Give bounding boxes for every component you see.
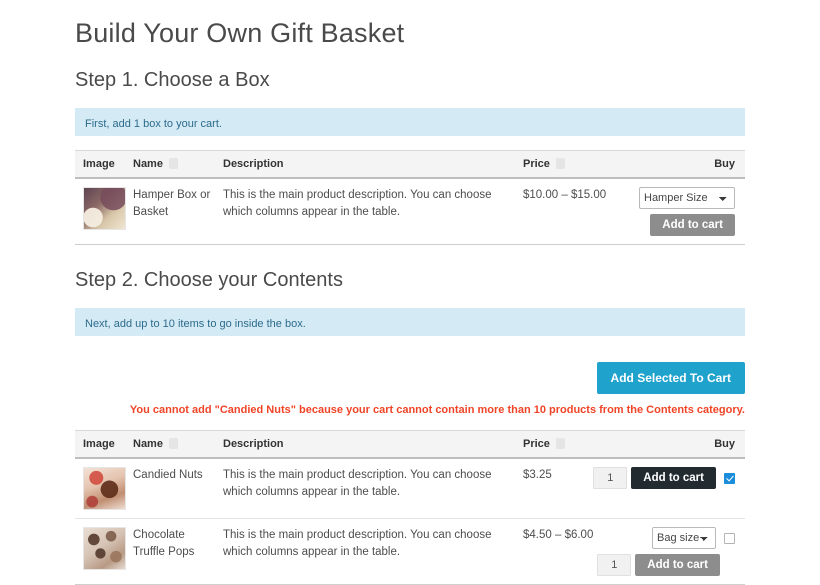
hamper-size-select[interactable]: Hamper Size [639,187,735,210]
table-row: Hamper Box or Basket This is the main pr… [75,178,745,246]
contents-table-body: Candied Nuts This is the main product de… [75,458,745,585]
add-selected-to-cart-button[interactable]: Add Selected To Cart [596,362,745,395]
hamper-box-thumbnail[interactable] [83,187,126,231]
column-header-price-label: Price [523,438,550,451]
buy-controls: Hamper Size Add to cart [639,187,735,237]
add-to-cart-row: Add to cart [639,214,735,237]
sort-icon[interactable] [168,158,178,170]
sort-icon[interactable] [555,438,565,450]
product-name-cell: Candied Nuts [133,458,223,520]
column-header-price[interactable]: Price [523,150,623,180]
contents-product-table: Image Name Description Price Buy Candied… [75,430,745,585]
column-header-name-label: Name [133,158,163,171]
quantity-input[interactable] [593,467,628,490]
product-image-cell [75,178,133,246]
column-header-image: Image [75,150,133,180]
table-row: Chocolate Truffle Pops This is the main … [75,518,745,585]
add-to-cart-button[interactable]: Add to cart [650,214,735,237]
variation-row: Bag size [623,527,735,550]
step-2-notice: Next, add up to 10 items to go inside th… [75,308,745,337]
product-buy-cell: Bag size Add to cart [597,518,745,585]
buy-controls: Add to cart [593,467,735,490]
column-header-description: Description [223,150,523,180]
add-selected-wrapper: Add Selected To Cart [75,362,745,395]
step-1-table-wrapper: Image Name Description Price Buy Hamper … [75,150,745,246]
variation-row: Hamper Size [639,187,735,210]
product-image-cell [75,458,133,520]
gift-basket-page: Build Your Own Gift Basket Step 1. Choos… [0,0,820,585]
bag-size-select[interactable]: Bag size [652,527,716,550]
add-to-cart-button[interactable]: Add to cart [635,554,720,577]
candied-nuts-thumbnail[interactable] [83,467,126,511]
product-price-cell: $10.00 – $15.00 [523,178,623,246]
add-to-cart-row: Add to cart [597,554,735,577]
column-header-name[interactable]: Name [133,430,223,460]
column-header-price-label: Price [523,158,550,171]
product-description-cell: This is the main product description. Yo… [223,178,523,246]
boxes-table-body: Hamper Box or Basket This is the main pr… [75,178,745,246]
product-description-cell: This is the main product description. Yo… [223,518,523,585]
column-header-buy: Buy [623,430,745,460]
step-2-table-wrapper: Image Name Description Price Buy Candied… [75,430,745,585]
step-2-heading: Step 2. Choose your Contents [75,269,343,292]
column-header-description: Description [223,430,523,460]
select-product-checkbox[interactable] [724,472,735,484]
boxes-header-row: Image Name Description Price Buy [75,150,745,180]
column-header-price[interactable]: Price [523,430,623,460]
product-name-cell: Chocolate Truffle Pops [133,518,223,585]
page-title: Build Your Own Gift Basket [75,18,405,48]
chocolate-truffle-pops-thumbnail[interactable] [83,527,126,571]
column-header-name-label: Name [133,438,163,451]
add-to-cart-button[interactable]: Add to cart [631,467,716,490]
step-1-heading: Step 1. Choose a Box [75,69,270,92]
sort-icon[interactable] [168,438,178,450]
contents-header-row: Image Name Description Price Buy [75,430,745,460]
product-buy-cell: Hamper Size Add to cart [623,178,745,246]
product-description-cell: This is the main product description. Yo… [223,458,523,520]
step-1-notice: First, add 1 box to your cart. [75,108,745,137]
select-product-checkbox[interactable] [724,532,735,544]
boxes-table-head: Image Name Description Price Buy [75,150,745,180]
quantity-input[interactable] [597,554,632,577]
column-header-name[interactable]: Name [133,150,223,180]
sort-icon[interactable] [555,158,565,170]
product-buy-cell: Add to cart [593,458,745,520]
product-name-cell: Hamper Box or Basket [133,178,223,246]
contents-table-head: Image Name Description Price Buy [75,430,745,460]
boxes-product-table: Image Name Description Price Buy Hamper … [75,150,745,246]
column-header-image: Image [75,430,133,460]
product-image-cell [75,518,133,585]
column-header-buy: Buy [623,150,745,180]
table-row: Candied Nuts This is the main product de… [75,458,745,520]
cart-error-message: You cannot add "Candied Nuts" because yo… [129,404,745,417]
